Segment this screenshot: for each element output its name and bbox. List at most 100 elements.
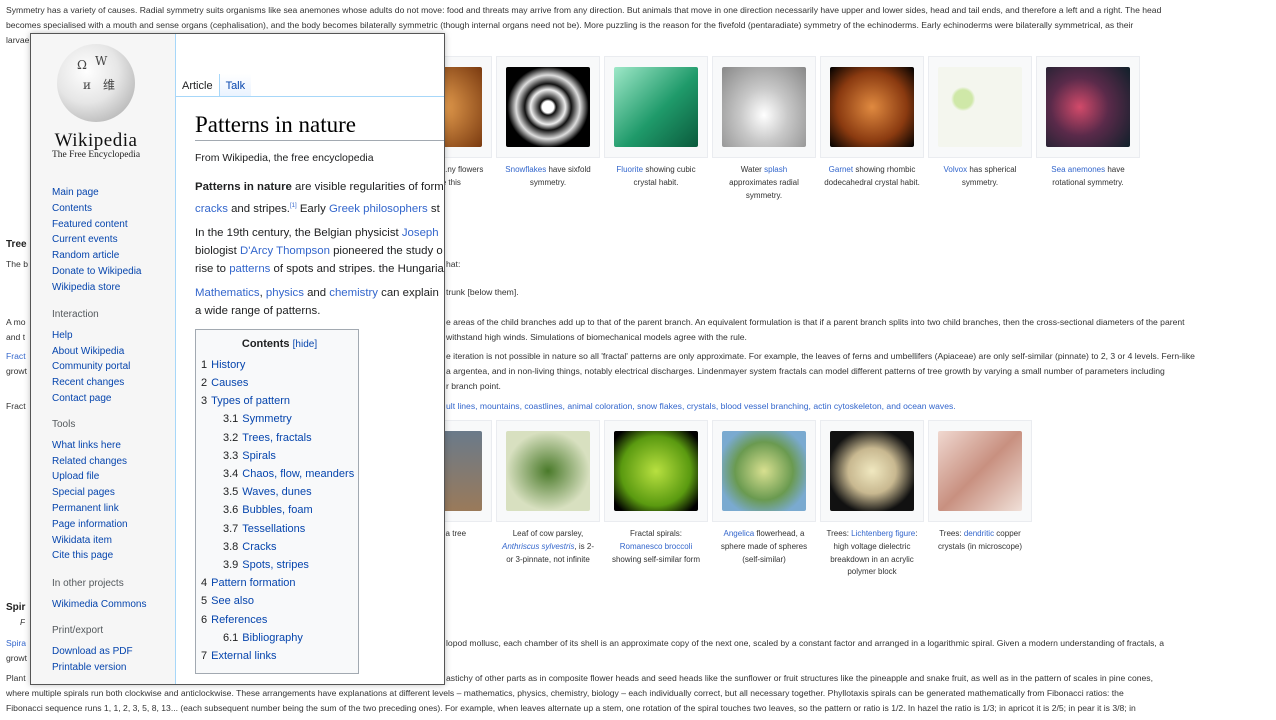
toc-item[interactable]: 3.8 Cracks [201, 538, 358, 556]
nav-store[interactable]: Wikipedia store [52, 280, 142, 296]
gallery-item[interactable]: Water splash approximates radial symmetr… [712, 56, 816, 202]
link-chemistry[interactable]: chemistry [329, 287, 378, 299]
toc-item[interactable]: 2 Causes [201, 374, 358, 392]
toc-number: 2 [201, 377, 208, 390]
nav-page-information[interactable]: Page information [52, 517, 128, 533]
link-patterns[interactable]: patterns [229, 263, 270, 275]
bg-paragraph: withstand high winds. Simulations of bio… [446, 332, 747, 342]
toc-item[interactable]: 3.2 Trees, fractals [201, 429, 358, 447]
gallery-item[interactable]: Fractal spirals: Romanesco broccoli show… [604, 420, 708, 579]
wikipedia-logo[interactable]: Ω W и 维 Wikipedia The Free Encyclopedia [46, 44, 146, 160]
toc-label: Chaos, flow, meanders [242, 468, 355, 481]
gallery-item[interactable]: Sea anemones have rotational symmetry. [1036, 56, 1140, 202]
toc-item[interactable]: 3.6 Bubbles, foam [201, 501, 358, 519]
wikipedia-window: Ω W и 维 Wikipedia The Free Encyclopedia … [30, 33, 445, 685]
nav-random-article[interactable]: Random article [52, 248, 142, 264]
link-darcy-thompson[interactable]: D'Arcy Thompson [240, 245, 330, 257]
link-greek-philosophers[interactable]: Greek philosophers [329, 202, 428, 214]
nav-donate[interactable]: Donate to Wikipedia [52, 264, 142, 280]
toc-hide-toggle[interactable]: hide [295, 339, 314, 350]
nav-what-links-here[interactable]: What links here [52, 438, 128, 454]
gallery-item[interactable]: Leaf of cow parsley, Anthriscus sylvestr… [496, 420, 600, 579]
bg-paragraph: Fibonacci sequence runs 1, 1, 2, 3, 5, 8… [6, 703, 1136, 713]
gallery-item[interactable]: Volvox has spherical symmetry. [928, 56, 1032, 202]
gallery-item[interactable]: Angelica flowerhead, a sphere made of sp… [712, 420, 816, 579]
toc-label: Pattern formation [211, 577, 296, 590]
bg-paragraph: A mo [6, 317, 26, 327]
nav-featured-content[interactable]: Featured content [52, 217, 142, 233]
nav-permanent-link[interactable]: Permanent link [52, 501, 128, 517]
toc-item[interactable]: 6 References [201, 611, 358, 629]
gallery-item[interactable]: Snowflakes have sixfold symmetry. [496, 56, 600, 202]
toc-number: 1 [201, 358, 208, 371]
nav-contents[interactable]: Contents [52, 201, 142, 217]
toc-label: Types of pattern [211, 395, 291, 408]
bg-paragraph: Fract [6, 401, 26, 411]
tab-talk[interactable]: Talk [218, 74, 252, 96]
toc-number: 4 [201, 577, 208, 590]
gallery-item[interactable]: Fluorite showing cubic crystal habit. [604, 56, 708, 202]
toc-item[interactable]: 4 Pattern formation [201, 574, 358, 592]
nav-community-portal[interactable]: Community portal [52, 359, 130, 375]
ref-1[interactable]: [1] [290, 203, 297, 209]
toc-item[interactable]: 7 External links [201, 647, 358, 665]
toc-item[interactable]: 3 Types of pattern [201, 392, 358, 410]
toc-label: History [211, 358, 246, 371]
bg-paragraph: e areas of the child branches add up to … [446, 317, 1185, 327]
toc-item[interactable]: 1 History [201, 356, 358, 374]
intro-line: biologist D'Arcy Thompson pioneered the … [195, 244, 443, 257]
nav-recent-changes[interactable]: Recent changes [52, 375, 130, 391]
toc-number: 6.1 [223, 631, 239, 644]
link-cracks[interactable]: cracks [195, 202, 228, 214]
nav-tools-heading: Tools [52, 419, 76, 430]
toc-item[interactable]: 3.4 Chaos, flow, meanders [201, 465, 358, 483]
bg-paragraph: lopod mollusc, each chamber of its shell… [446, 638, 1164, 648]
link-joseph[interactable]: Joseph [402, 227, 439, 239]
toc-item[interactable]: 3.1 Symmetry [201, 410, 358, 428]
anemone-image [1046, 67, 1130, 147]
gallery-item[interactable]: Trees: dendritic copper crystals (in mic… [928, 420, 1032, 579]
toc-number: 3 [201, 395, 208, 408]
bg-paragraph: and t [6, 332, 26, 342]
nav-cite-page[interactable]: Cite this page [52, 548, 128, 564]
bg-paragraph: Spira [6, 638, 27, 648]
nav-special-pages[interactable]: Special pages [52, 485, 128, 501]
nav-help[interactable]: Help [52, 328, 130, 344]
nav-wikidata-item[interactable]: Wikidata item [52, 533, 128, 549]
toc-item[interactable]: 6.1 Bibliography [201, 629, 358, 647]
nav-wikimedia-commons[interactable]: Wikimedia Commons [52, 597, 146, 613]
nav-print-export: Print/export Download as PDF Printable v… [52, 623, 133, 675]
nav-current-events[interactable]: Current events [52, 232, 142, 248]
tab-article[interactable]: Article [176, 74, 219, 96]
nav-main-page[interactable]: Main page [52, 185, 142, 201]
toc-item[interactable]: 3.7 Tessellations [201, 520, 358, 538]
table-of-contents: Contents [hide] 1 History 2 Causes 3 Types of… [195, 328, 359, 675]
toc-item[interactable]: 3.9 Spots, stripes [201, 556, 358, 574]
angelica-image [722, 431, 806, 511]
bg-paragraph: ult lines, mountains, coastlines, animal… [446, 401, 956, 411]
symmetry-gallery: ...metry can ...ny flowers ...ts like th… [388, 56, 1140, 202]
toc-item[interactable]: 3.5 Waves, dunes [201, 483, 358, 501]
bg-paragraph: Plant [6, 673, 26, 683]
nav-projects-heading: In other projects [52, 578, 124, 589]
intro-line: rise to patterns of spots and stripes. t… [195, 263, 444, 276]
toc-item[interactable]: 3.3 Spirals [201, 447, 358, 465]
nav-interaction: Interaction Help About Wikipedia Communi… [52, 307, 130, 407]
cow-parsley-image [506, 431, 590, 511]
nav-printable-version[interactable]: Printable version [52, 660, 133, 676]
toc-item[interactable]: 5 See also [201, 592, 358, 610]
nav-download-pdf[interactable]: Download as PDF [52, 644, 133, 660]
gallery-item[interactable]: Garnet showing rhombic dodecahedral crys… [820, 56, 924, 202]
link-physics[interactable]: physics [266, 287, 304, 299]
nav-contact[interactable]: Contact page [52, 391, 130, 407]
nav-related-changes[interactable]: Related changes [52, 454, 128, 470]
nav-about[interactable]: About Wikipedia [52, 344, 130, 360]
gallery-item[interactable]: Trees: Lichtenberg figure: high voltage … [820, 420, 924, 579]
gallery-caption: Trees: dendritic copper crystals (in mic… [937, 529, 1022, 551]
toc-number: 3.1 [223, 413, 239, 426]
page-tabs: Article Talk [176, 74, 252, 96]
link-mathematics[interactable]: Mathematics [195, 287, 260, 299]
gallery-caption: Fluorite showing cubic crystal habit. [616, 165, 696, 187]
nav-upload-file[interactable]: Upload file [52, 469, 128, 485]
bg-paragraph: hat: [446, 259, 461, 269]
